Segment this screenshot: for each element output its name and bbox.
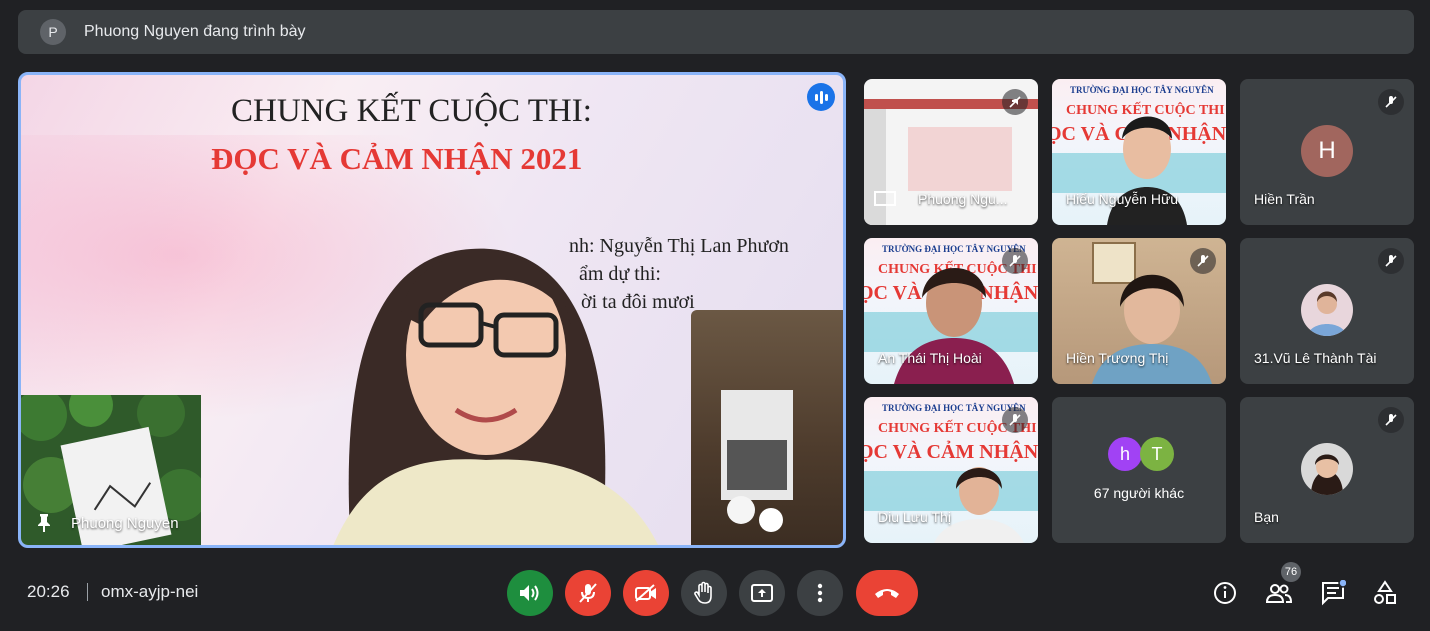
bottom-control-bar: 20:26 omx-ayjp-nei 76 [0, 548, 1430, 631]
mic-off-icon [1190, 248, 1216, 274]
participant-tile[interactable]: TRƯỜNG ĐẠI HỌC TÂY NGUYÊN CHUNG KẾT CUỘC… [1052, 79, 1226, 225]
participant-tile[interactable]: H Hiền Trần [1240, 79, 1414, 225]
participant-tile[interactable]: 31.Vũ Lê Thành Tài [1240, 238, 1414, 384]
participant-count-badge: 76 [1281, 562, 1301, 582]
present-screen-icon [874, 191, 896, 206]
camera-toggle-button[interactable] [623, 570, 669, 616]
more-vert-icon [817, 583, 823, 603]
participant-avatar: h [1108, 437, 1142, 471]
chat-button[interactable] [1318, 578, 1348, 608]
mic-off-icon [1378, 89, 1404, 115]
info-icon [1214, 582, 1236, 604]
participant-tile[interactable]: TRƯỜNG ĐẠI HỌC TÂY NGUYÊN CHUNG KẾT CUỘC… [864, 238, 1038, 384]
more-options-button[interactable] [797, 570, 843, 616]
camera-off-icon [635, 584, 656, 602]
participant-name: 31.Vũ Lê Thành Tài [1254, 350, 1377, 366]
main-speaker-tile[interactable]: CHUNG KẾT CUỘC THI: ĐỌC VÀ CẢM NHẬN 2021… [18, 72, 846, 548]
divider [87, 583, 88, 601]
meeting-time: 20:26 [27, 582, 70, 601]
leave-call-button[interactable] [856, 570, 918, 616]
participant-tile[interactable]: Phuong Ngu... [864, 79, 1038, 225]
presenter-banner-text: Phuong Nguyen đang trình bày [84, 23, 306, 40]
activities-icon [1374, 580, 1396, 604]
presenter-avatar: P [40, 19, 66, 45]
activities-button[interactable] [1370, 578, 1400, 608]
speaker-button[interactable] [507, 570, 553, 616]
speaking-indicator-icon [807, 83, 835, 111]
present-screen-icon [751, 584, 773, 602]
others-count-label: 67 người khác [1093, 485, 1185, 501]
presenter-video [333, 248, 658, 545]
participant-avatar [1301, 443, 1353, 495]
main-speaker-name: Phuong Nguyen [71, 514, 179, 532]
meeting-details-button[interactable] [1210, 578, 1240, 608]
meeting-code: omx-ayjp-nei [101, 582, 199, 601]
mic-off-icon [1378, 248, 1404, 274]
presenter-banner: P Phuong Nguyen đang trình bày [18, 10, 1414, 54]
hand-icon [694, 581, 712, 604]
book-display-image [691, 310, 843, 545]
participant-name: Diu Lưu Thị [878, 509, 951, 525]
participant-name: Hiền Trần [1254, 191, 1315, 207]
participant-name: Bạn [1254, 509, 1279, 525]
mic-off-icon [1002, 248, 1028, 274]
speaker-icon [520, 585, 539, 601]
participant-name: Hiền Trương Thị [1066, 350, 1169, 366]
mic-off-icon [579, 583, 597, 603]
people-button[interactable] [1264, 578, 1294, 608]
mic-off-icon [1002, 407, 1028, 433]
slide-title-line1: CHUNG KẾT CUỘC THI: [231, 93, 592, 129]
participant-name: Phuong Ngu... [918, 191, 1008, 207]
participant-avatar [1301, 284, 1353, 336]
participant-tile[interactable]: Hiền Trương Thị [1052, 238, 1226, 384]
main-speaker-label: Phuong Nguyen [35, 513, 179, 533]
participant-avatar: H [1301, 125, 1353, 177]
participant-name: An Thái Thị Hoài [878, 350, 982, 366]
mic-off-icon [1378, 407, 1404, 433]
others-tile[interactable]: h T 67 người khác [1052, 397, 1226, 543]
pin-icon[interactable] [35, 513, 53, 533]
raise-hand-button[interactable] [681, 570, 727, 616]
slide-title-line2: ĐỌC VÀ CẢM NHẬN 2021 [211, 141, 583, 176]
participant-avatar: T [1140, 437, 1174, 471]
mic-off-icon [1002, 89, 1028, 115]
microphone-toggle-button[interactable] [565, 570, 611, 616]
chat-icon [1322, 580, 1346, 606]
participant-tile[interactable]: TRƯỜNG ĐẠI HỌC TÂY NGUYÊN CHUNG KẾT CUỘC… [864, 397, 1038, 543]
people-icon [1265, 584, 1293, 603]
present-now-button[interactable] [739, 570, 785, 616]
self-tile[interactable]: Bạn [1240, 397, 1414, 543]
end-call-icon [875, 589, 899, 598]
participant-name: Hiếu Nguyễn Hữu [1066, 191, 1179, 207]
